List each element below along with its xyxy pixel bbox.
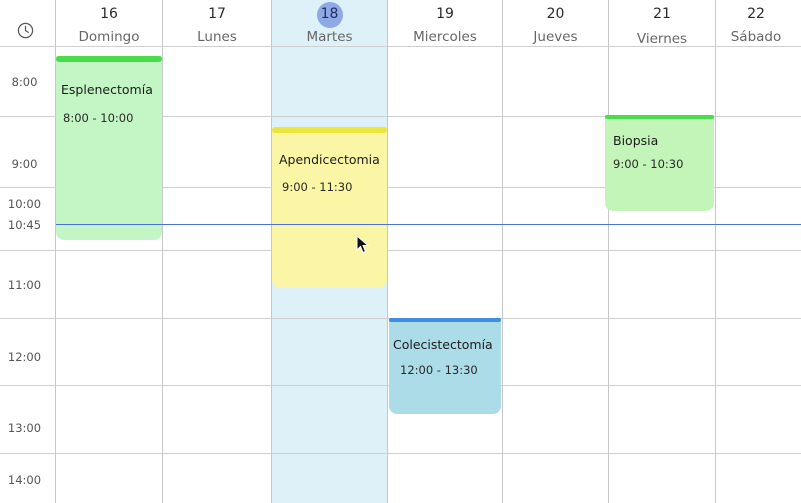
grid-column-line [715, 0, 716, 503]
day-number: 22 [747, 6, 765, 22]
current-time-line [56, 224, 801, 225]
event-apendicectomia[interactable]: Apendicectomia 9:00 - 11:30 [272, 127, 387, 288]
grid-column-line [502, 0, 503, 503]
event-title: Colecistectomía [393, 337, 493, 352]
grid-column-line [387, 0, 388, 503]
event-color-bar [389, 318, 501, 322]
day-number: 16 [100, 6, 118, 22]
time-label: 9:00 [11, 157, 38, 171]
time-label: 8:00 [11, 75, 38, 89]
event-time: 8:00 - 10:00 [63, 111, 134, 125]
clock-icon [17, 22, 34, 39]
day-number: 20 [546, 6, 565, 22]
time-label: 14:00 [7, 473, 42, 487]
day-name: Lunes [197, 29, 237, 45]
day-header-lunes[interactable]: 17 Lunes [163, 0, 271, 46]
day-name: Sábado [730, 29, 782, 45]
day-header-sabado[interactable]: 22 Sábado [716, 0, 796, 46]
grid-line [0, 250, 801, 251]
event-color-bar [272, 127, 387, 133]
event-title: Esplenectomía [61, 82, 153, 97]
event-time: 12:00 - 13:30 [400, 363, 478, 377]
grid-column-line [162, 0, 163, 503]
day-name: Martes [306, 29, 353, 45]
day-header-miercoles[interactable]: 19 Miercoles [388, 0, 502, 46]
current-time-label: 10:45 [7, 218, 42, 232]
day-number: 18 [320, 6, 339, 22]
day-header-viernes[interactable]: 21 Viernes [609, 0, 715, 47]
time-label: 12:00 [7, 350, 42, 364]
day-number: 17 [208, 6, 226, 22]
day-name: Jueves [533, 29, 578, 45]
time-label: 10:00 [7, 197, 42, 211]
event-time: 9:00 - 11:30 [282, 180, 353, 194]
event-time: 9:00 - 10:30 [613, 157, 684, 171]
time-label: 13:00 [7, 421, 42, 435]
event-color-bar [56, 56, 162, 62]
day-number: 21 [653, 6, 671, 22]
day-name: Miercoles [413, 29, 477, 45]
event-biopsia[interactable]: Biopsia 9:00 - 10:30 [605, 115, 714, 211]
event-color-bar [605, 115, 714, 119]
mouse-cursor-icon [356, 235, 370, 254]
day-header-jueves[interactable]: 20 Jueves [503, 0, 608, 46]
event-esplenectomia[interactable]: Esplenectomía 8:00 - 10:00 [56, 56, 162, 240]
grid-column-line [608, 0, 609, 503]
day-name: Viernes [636, 31, 688, 47]
day-name: Domingo [78, 29, 140, 45]
grid-line [0, 453, 801, 454]
week-calendar: 16 Domingo 17 Lunes 18 Martes 19 Miercol… [0, 0, 801, 503]
event-title: Biopsia [613, 133, 659, 148]
time-label: 11:00 [7, 278, 42, 292]
day-number: 19 [436, 6, 454, 22]
event-title: Apendicectomia [279, 152, 380, 167]
day-header-domingo[interactable]: 16 Domingo [56, 0, 162, 46]
day-header-martes[interactable]: 18 Martes [272, 0, 387, 46]
event-colecistectomia[interactable]: Colecistectomía 12:00 - 13:30 [389, 318, 501, 414]
